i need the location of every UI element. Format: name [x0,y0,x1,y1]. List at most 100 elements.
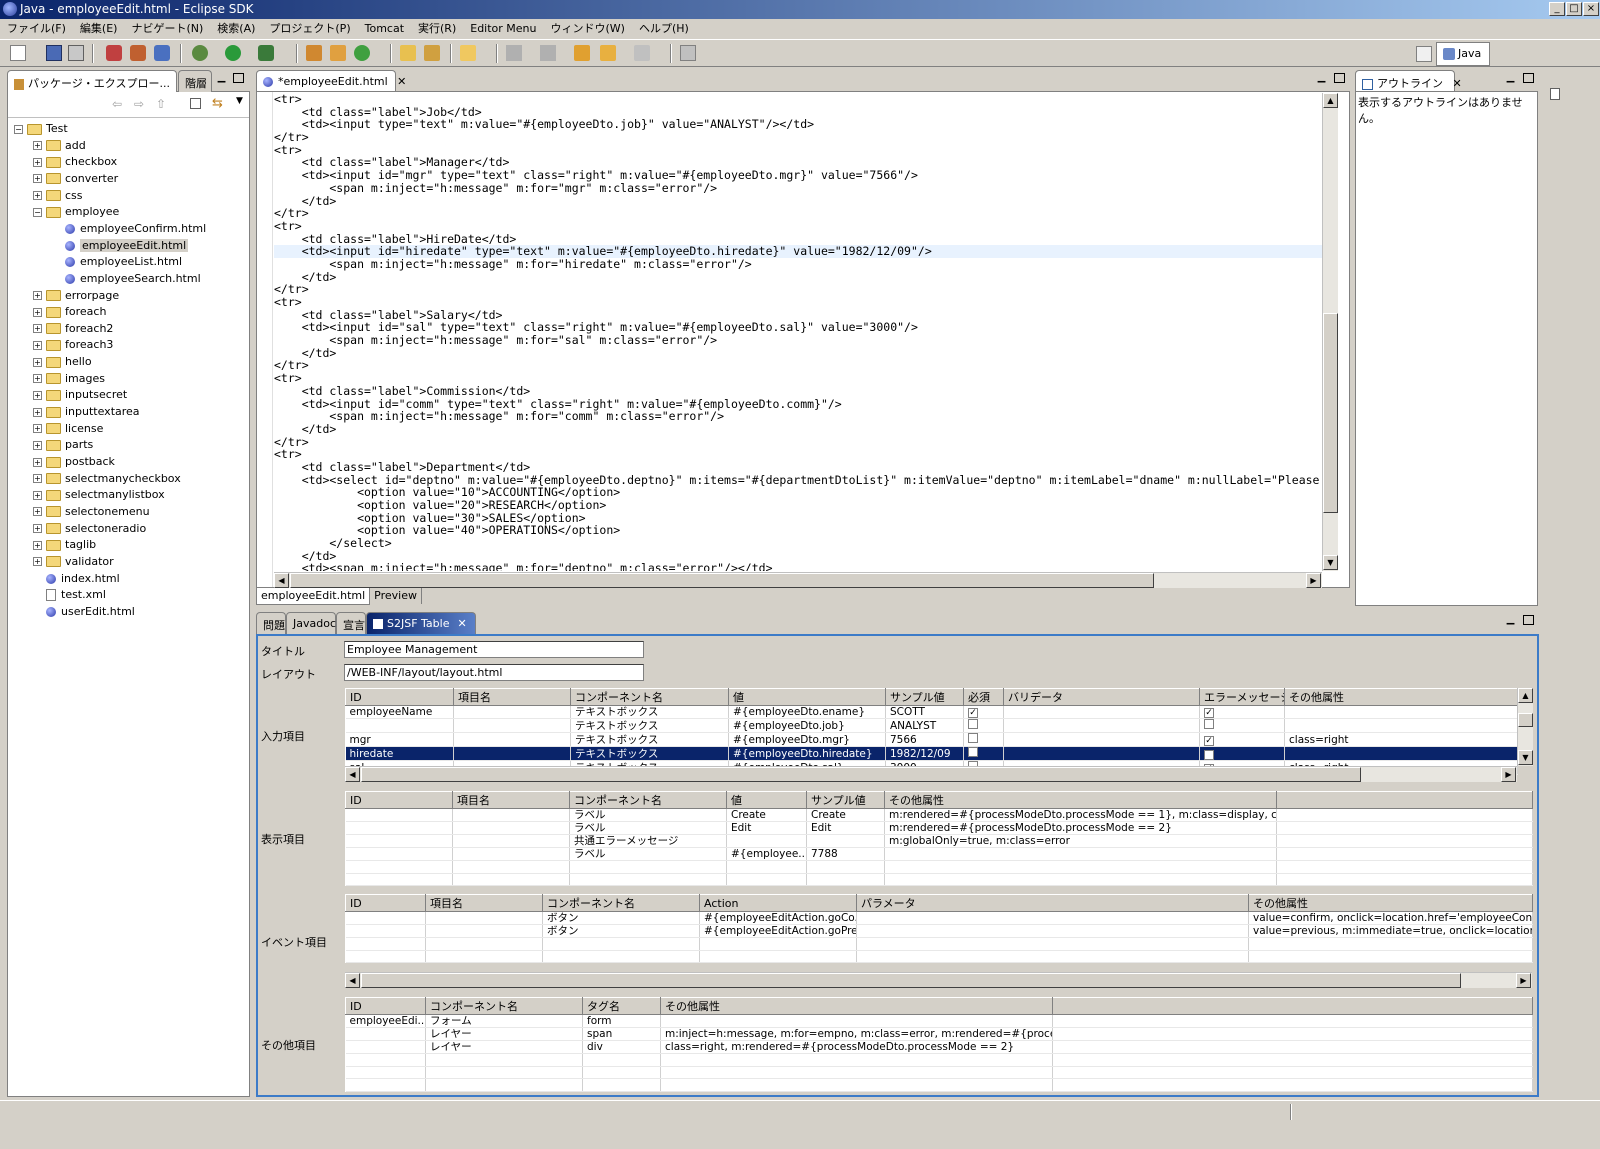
java-perspective-button[interactable]: Java [1436,42,1490,66]
scroll-down-arrow[interactable]: ▼ [1323,555,1338,570]
tree-item[interactable]: − Test [14,120,68,137]
table-row[interactable]: employeeName テキストボックス #{employeeDto.ename}… [345,705,1518,719]
back-icon[interactable] [600,45,616,61]
table-cell[interactable] [1199,718,1285,733]
h-scroll-thumb[interactable] [361,973,1461,988]
table-cell[interactable]: ✓ [1199,746,1285,761]
menu-item-9[interactable]: ヘルプ(H) [632,19,696,39]
table-cell[interactable] [425,924,543,938]
input-table-vscroll[interactable]: ▲ ▼ [1517,688,1533,766]
table-cell[interactable]: employeeName [345,705,454,719]
table-cell[interactable] [452,834,570,848]
tree-item[interactable]: + images [33,370,105,387]
tree-item[interactable]: + selectoneradio [33,520,146,537]
table-cell[interactable]: #{employeeDto.hiredate} [728,746,886,761]
table-cell[interactable]: #{employeeDto.job} [728,718,886,733]
table-cell[interactable] [569,873,727,887]
table-cell[interactable] [452,873,570,887]
save-icon[interactable] [46,45,62,61]
expand-toggle-icon[interactable]: + [33,557,42,567]
expand-toggle-icon[interactable]: + [33,141,42,151]
table-cell[interactable]: value=previous, m:immediate=true, onclic… [1248,924,1533,938]
table-cell[interactable] [1276,808,1533,822]
expand-toggle-icon[interactable]: + [33,407,42,417]
column-header[interactable]: コンポーネント名 [542,894,700,912]
column-header[interactable]: Action [699,894,857,912]
expand-toggle-icon[interactable]: + [33,191,42,201]
prev-annotation-icon[interactable] [540,45,556,61]
table-row[interactable] [345,937,1533,951]
table-cell[interactable]: div [582,1040,661,1054]
table-cell[interactable] [345,1040,426,1054]
table-cell[interactable]: 7566 [885,732,964,747]
table-cell[interactable] [699,937,857,951]
expand-toggle-icon[interactable]: − [33,207,42,217]
table-cell[interactable] [425,1078,583,1093]
column-header[interactable]: その他属性 [1248,894,1533,912]
column-header[interactable]: 値 [728,688,886,706]
h-scroll-thumb[interactable] [290,573,1154,588]
tree-item[interactable]: + errorpage [33,287,119,304]
menu-item-2[interactable]: ナビゲート(N) [124,19,210,39]
tab-problems[interactable]: 問題 [256,612,286,634]
table-cell[interactable] [582,1053,661,1067]
table-cell[interactable] [345,873,453,887]
display-items-table[interactable]: ID 項目名 コンポーネント名値サンプル値 その他属性 ラベル Create Create m… [345,791,1533,887]
column-header[interactable]: 必須 [963,688,1004,706]
table-cell[interactable]: 1982/12/09 [885,746,964,761]
table-cell[interactable] [345,718,454,733]
column-header[interactable]: その他属性 [884,791,1277,809]
table-cell[interactable] [425,937,543,951]
table-cell[interactable] [453,732,571,747]
table-cell[interactable] [345,847,453,861]
table-cell[interactable]: #{employeeDto.mgr} [728,732,886,747]
table-cell[interactable] [726,873,807,887]
new-java-project-icon[interactable] [306,45,322,61]
column-header[interactable]: コンポーネント名 [569,791,727,809]
table-cell[interactable] [1276,847,1533,861]
table-cell[interactable] [806,860,885,874]
table-cell[interactable] [425,1066,583,1080]
table-cell[interactable]: テキストボックス [570,705,729,719]
tree-item[interactable]: userEdit.html [33,603,135,620]
table-cell[interactable]: m:inject=h:message, m:for=empno, m:class… [660,1027,1053,1041]
table-cell[interactable] [1052,1078,1533,1093]
event-table-hscroll[interactable]: ◀ ▶ [345,972,1532,988]
table-cell[interactable] [1284,746,1518,761]
table-row[interactable] [345,1078,1533,1093]
table-cell[interactable]: ボタン [542,911,700,925]
external-tools-icon[interactable] [258,45,274,61]
menu-item-5[interactable]: Tomcat [358,19,411,39]
layout-input[interactable] [344,664,644,681]
column-header[interactable]: サンプル値 [885,688,964,706]
tree-item[interactable]: + inputsecret [33,386,127,403]
table-cell[interactable] [1052,1066,1533,1080]
menu-item-6[interactable]: 実行(R) [411,19,463,39]
checkbox[interactable]: ✓ [1204,708,1214,718]
table-cell[interactable] [660,1014,1053,1028]
table-cell[interactable] [453,705,571,719]
tree-item[interactable]: − employee [33,203,119,220]
tab-javadoc[interactable]: Javadoc [286,612,336,634]
menu-item-4[interactable]: プロジェクト(P) [262,19,357,39]
column-header[interactable]: エラーメッセージ [1199,688,1285,706]
back-arrow-icon[interactable]: ⇦ [112,97,122,111]
table-cell[interactable]: フォーム [425,1014,583,1028]
table-row[interactable]: employeeEdi... フォーム form [345,1014,1533,1028]
table-cell[interactable] [345,1078,426,1093]
tree-item[interactable]: employeeEdit.html [52,237,189,254]
column-header[interactable]: コンポーネント名 [570,688,729,706]
expand-toggle-icon[interactable]: + [33,174,42,184]
table-row[interactable]: レイヤー div class=right, m:rendered=#{process… [345,1040,1533,1054]
checkbox[interactable] [968,719,978,729]
tree-item[interactable]: index.html [33,570,120,587]
checkbox[interactable]: ✓ [1204,735,1214,746]
column-header[interactable]: その他属性 [660,997,1053,1015]
table-cell[interactable]: m:rendered=#{processModeDto.processMode … [884,821,1277,835]
table-cell[interactable]: テキストボックス [570,746,729,761]
table-cell[interactable]: #{employee... [726,847,807,861]
column-header[interactable]: その他属性 [1284,688,1518,706]
close-button[interactable]: × [1583,2,1599,16]
table-cell[interactable]: ボタン [542,924,700,938]
table-row[interactable]: ボタン #{employeeEditAction.goPre... value=pr… [345,924,1533,938]
